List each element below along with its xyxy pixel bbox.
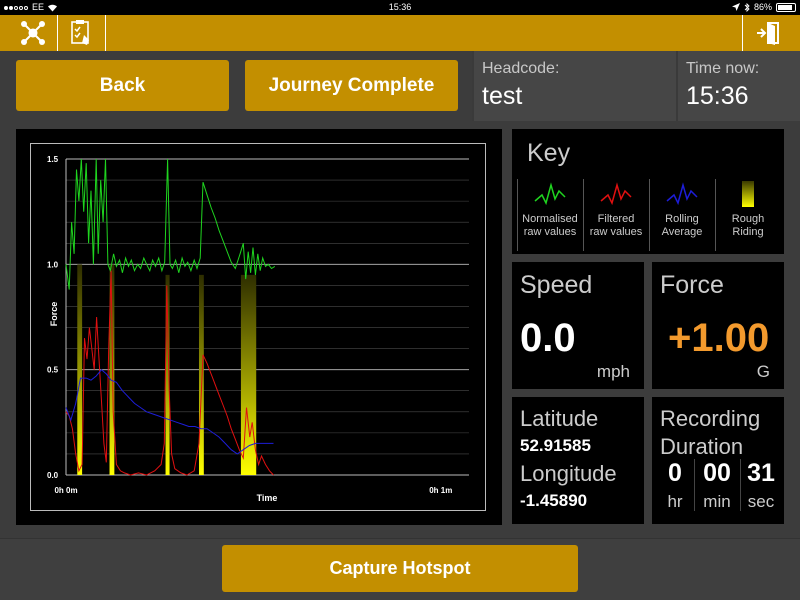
force-value: +1.00 — [668, 316, 770, 360]
duration-seconds: 31 sec — [742, 459, 780, 512]
key-item-rough-riding: Rough Riding — [715, 179, 780, 251]
duration-minutes-unit: min — [703, 492, 731, 511]
key-item-label: Normalised — [522, 213, 578, 225]
y-tick-label: 0.0 — [47, 471, 59, 480]
duration-minutes-value: 00 — [703, 459, 731, 487]
location-panel: Latitude 52.91585 Longitude -1.45890 — [512, 397, 644, 524]
x-tick-label: 0h 0m — [54, 486, 77, 495]
duration-hours-value: 0 — [668, 459, 682, 487]
rough-riding-swatch-icon — [742, 181, 754, 207]
latitude-value: 52.91585 — [520, 436, 591, 455]
battery-percent: 86% — [753, 2, 772, 12]
duration-divider — [694, 459, 695, 511]
time-now-panel: Time now: 15:36 — [676, 51, 800, 121]
y-tick-label: 0.5 — [47, 366, 59, 375]
duration-minutes: 00 min — [696, 459, 738, 512]
rough-riding-band — [240, 274, 257, 475]
duration-hours: 0 hr — [658, 459, 692, 512]
x-tick-label: 0h 1m — [429, 486, 452, 495]
headcode-label: Headcode: — [482, 60, 560, 77]
time-now-value: 15:36 — [686, 82, 749, 110]
chart-frame: 0.0 0.5 1.0 1.5 0h 0m 0h 1m Time Force — [30, 143, 486, 511]
network-button[interactable] — [8, 15, 58, 51]
chart-panel: 0.0 0.5 1.0 1.5 0h 0m 0h 1m Time Force — [16, 129, 502, 525]
duration-seconds-value: 31 — [747, 459, 775, 487]
headcode-value: test — [482, 82, 523, 110]
duration-title-line1: Recording — [660, 406, 761, 431]
key-item-label: Filtered — [597, 213, 635, 225]
rough-riding-band — [77, 264, 83, 475]
force-chart: 0.0 0.5 1.0 1.5 0h 0m 0h 1m Time Force — [47, 155, 469, 503]
key-item-label: Rolling — [665, 213, 699, 225]
y-tick-label: 1.5 — [47, 155, 59, 164]
key-item-label: Average — [661, 226, 703, 238]
exit-button[interactable] — [742, 15, 792, 51]
status-time: 15:36 — [388, 2, 412, 12]
key-item-label: raw values — [589, 226, 643, 238]
key-item-normalised: Normalised raw values — [517, 179, 582, 251]
y-axis-label: Force — [49, 302, 59, 327]
exit-door-icon — [756, 22, 779, 45]
network-icon — [20, 21, 45, 45]
capture-hotspot-button[interactable]: Capture Hotspot — [222, 545, 578, 592]
normalised-line-icon — [534, 182, 566, 206]
key-item-rolling: Rolling Average — [649, 179, 714, 251]
key-item-filtered: Filtered raw values — [583, 179, 648, 251]
recording-duration-panel: Recording Duration 0 hr 00 min 31 sec — [652, 397, 784, 524]
back-button[interactable]: Back — [16, 60, 229, 111]
location-arrow-icon — [731, 3, 740, 11]
status-bar: EE 15:36 86% — [0, 0, 800, 15]
longitude-label: Longitude — [520, 461, 617, 486]
top-toolbar — [0, 15, 800, 51]
status-right: 86% — [731, 2, 796, 12]
x-axis-label: Time — [257, 493, 278, 503]
force-title: Force — [660, 271, 724, 299]
speed-panel: Speed 0.0 mph — [512, 262, 644, 389]
duration-divider — [740, 459, 741, 511]
force-panel: Force +1.00 G — [652, 262, 784, 389]
key-title: Key — [527, 139, 571, 167]
duration-seconds-unit: sec — [747, 492, 775, 511]
rough-riding-band — [198, 274, 204, 475]
headcode-panel: Headcode: test — [472, 51, 676, 121]
battery-icon — [776, 2, 796, 12]
rolling-average-line-icon — [666, 182, 698, 206]
journey-complete-button[interactable]: Journey Complete — [245, 60, 458, 111]
filtered-line-icon — [600, 182, 632, 206]
key-item-label: Riding — [732, 226, 764, 238]
speed-value: 0.0 — [520, 316, 576, 360]
force-unit: G — [756, 362, 770, 381]
checklist-icon — [70, 20, 89, 45]
series-line-0 — [65, 158, 276, 290]
speed-title: Speed — [520, 271, 593, 299]
speed-unit: mph — [596, 362, 630, 381]
y-tick-label: 1.0 — [47, 260, 59, 269]
latitude-label: Latitude — [520, 406, 599, 431]
checklist-button[interactable] — [56, 15, 106, 51]
bluetooth-icon — [744, 2, 750, 12]
key-item-label: raw values — [523, 226, 577, 238]
key-panel: Key Normalised raw values Filtered raw val… — [512, 129, 784, 254]
longitude-value: -1.45890 — [520, 491, 588, 510]
duration-hours-unit: hr — [667, 492, 683, 511]
key-item-label: Rough — [731, 213, 765, 225]
time-now-label: Time now: — [686, 60, 760, 77]
duration-title-line2: Duration — [660, 434, 744, 459]
